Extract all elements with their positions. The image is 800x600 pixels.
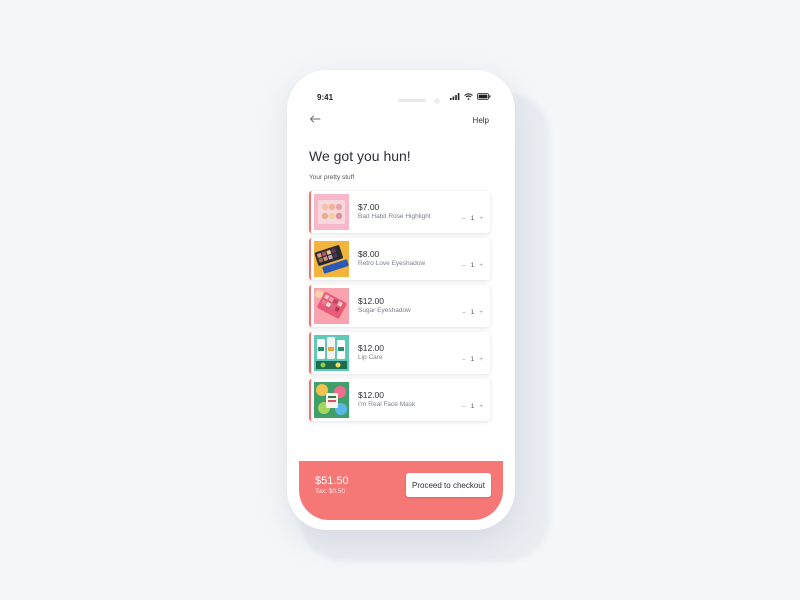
item-price: $12.00 [358, 296, 384, 306]
item-name: Retro Love Eyeshadow [358, 260, 426, 267]
cart-item[interactable]: $12.00 Sugar Eyeshadow – 1 + [309, 285, 490, 327]
page-title: We got you hun! [309, 148, 411, 164]
item-price: $12.00 [358, 390, 384, 400]
phone-frame: 9:41 Help We got you hun! Your pretty st… [287, 70, 515, 530]
app-screen: 9:41 Help We got you hun! Your pretty st… [299, 80, 503, 520]
proceed-to-checkout-button[interactable]: Proceed to checkout [406, 473, 491, 497]
item-price: $12.00 [358, 343, 384, 353]
increase-button[interactable]: + [479, 262, 483, 269]
quantity-stepper: – 1 + [462, 262, 483, 269]
increase-button[interactable]: + [479, 403, 483, 410]
item-price: $7.00 [358, 202, 380, 212]
camera [434, 98, 440, 104]
status-bar: 9:41 [299, 80, 503, 110]
signal-icon [450, 93, 460, 100]
cart-item-list: $7.00 Bad Habit Rose Highlight – 1 + $8.… [309, 191, 490, 426]
order-total: $51.50 [315, 475, 349, 487]
help-link[interactable]: Help [473, 116, 489, 125]
quantity-value: 1 [470, 356, 475, 363]
highlighter-palette-image [314, 194, 349, 230]
order-tax: Tax: $0.50 [315, 488, 345, 495]
lip-care-image [314, 335, 349, 371]
pink-palette-image [314, 288, 349, 324]
item-name: Lip Care [358, 354, 383, 361]
increase-button[interactable]: + [479, 309, 483, 316]
item-name: Sugar Eyeshadow [358, 307, 411, 314]
decrease-button[interactable]: – [462, 309, 466, 316]
decrease-button[interactable]: – [462, 215, 466, 222]
status-time: 9:41 [317, 93, 334, 102]
cart-item[interactable]: $8.00 Retro Love Eyeshadow – 1 + [309, 238, 490, 280]
quantity-stepper: – 1 + [462, 215, 483, 222]
arrow-left-icon[interactable] [309, 115, 321, 123]
wifi-icon [464, 93, 473, 100]
eyeshadow-palette-image [314, 241, 349, 277]
item-price: $8.00 [358, 249, 380, 259]
checkout-footer: $51.50 Tax: $0.50 Proceed to checkout [299, 461, 503, 520]
top-nav: Help [299, 110, 503, 130]
item-name: I'm Real Face Mask [358, 401, 416, 408]
increase-button[interactable]: + [479, 215, 483, 222]
quantity-value: 1 [470, 262, 475, 269]
decrease-button[interactable]: – [462, 403, 466, 410]
quantity-value: 1 [470, 309, 475, 316]
face-mask-image [314, 382, 349, 418]
cart-item[interactable]: $12.00 I'm Real Face Mask – 1 + [309, 379, 490, 421]
cart-item[interactable]: $12.00 Lip Care – 1 + [309, 332, 490, 374]
quantity-stepper: – 1 + [462, 403, 483, 410]
decrease-button[interactable]: – [462, 262, 466, 269]
quantity-value: 1 [470, 215, 475, 222]
quantity-stepper: – 1 + [462, 309, 483, 316]
quantity-value: 1 [470, 403, 475, 410]
section-subtitle: Your pretty stuff [309, 174, 355, 181]
decrease-button[interactable]: – [462, 356, 466, 363]
speaker [398, 99, 426, 102]
status-icons [450, 93, 491, 100]
quantity-stepper: – 1 + [462, 356, 483, 363]
battery-icon [477, 93, 491, 100]
item-name: Bad Habit Rose Highlight [358, 213, 431, 220]
increase-button[interactable]: + [479, 356, 483, 363]
cart-item[interactable]: $7.00 Bad Habit Rose Highlight – 1 + [309, 191, 490, 233]
